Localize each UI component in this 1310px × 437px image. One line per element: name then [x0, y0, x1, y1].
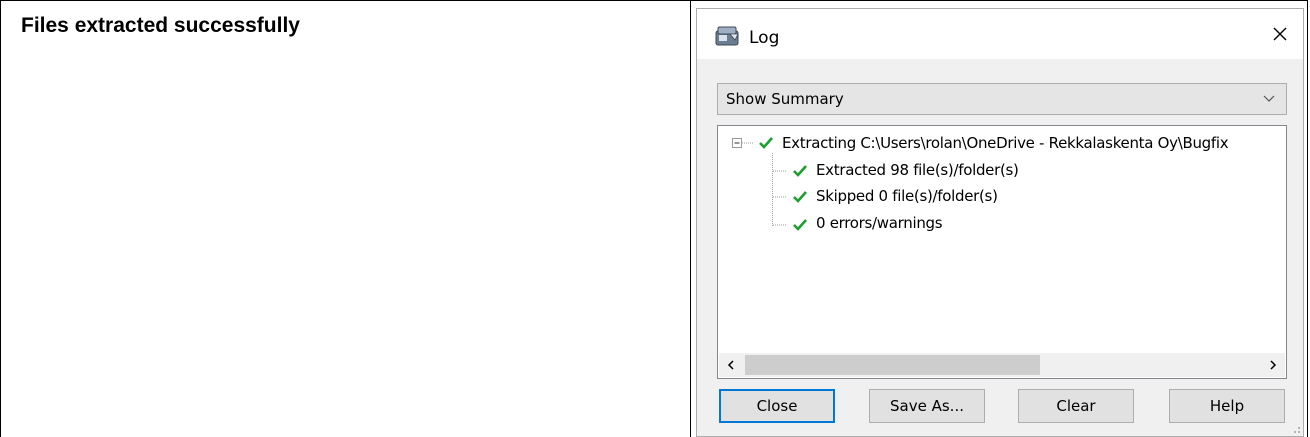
check-icon [793, 165, 807, 177]
check-icon [793, 191, 807, 203]
archive-app-icon [715, 26, 739, 46]
clear-button[interactable]: Clear [1018, 389, 1134, 423]
tree-item-extracted[interactable]: Extracted 98 file(s)/folder(s) [816, 161, 1019, 179]
tree-item-errors[interactable]: 0 errors/warnings [816, 214, 943, 232]
scroll-left-icon[interactable] [719, 353, 743, 377]
title-bar[interactable]: Log [697, 9, 1303, 59]
log-dialog: Log Show Summary Extracting C:\Users\rol… [696, 8, 1304, 437]
close-button[interactable]: Close [719, 389, 835, 423]
scroll-right-icon[interactable] [1261, 353, 1285, 377]
check-icon [793, 219, 807, 231]
log-tree[interactable]: Extracting C:\Users\rolan\OneDrive - Rek… [717, 125, 1287, 379]
tree-item-root[interactable]: Extracting C:\Users\rolan\OneDrive - Rek… [782, 134, 1229, 152]
chevron-down-icon [1263, 95, 1275, 102]
table-column-divider [690, 0, 691, 437]
help-button[interactable]: Help [1169, 389, 1285, 423]
scrollbar-thumb[interactable] [745, 355, 1040, 375]
close-icon[interactable] [1257, 9, 1303, 59]
page-heading: Files extracted successfully [21, 14, 300, 37]
check-icon [759, 137, 773, 149]
view-mode-select[interactable]: Show Summary [717, 83, 1287, 115]
horizontal-scrollbar[interactable] [719, 353, 1285, 377]
save-as-button[interactable]: Save As... [869, 389, 985, 423]
view-mode-value: Show Summary [726, 90, 844, 108]
tree-item-skipped[interactable]: Skipped 0 file(s)/folder(s) [816, 187, 998, 205]
dialog-title: Log [749, 28, 780, 48]
resize-grip-icon[interactable] [1291, 424, 1301, 434]
